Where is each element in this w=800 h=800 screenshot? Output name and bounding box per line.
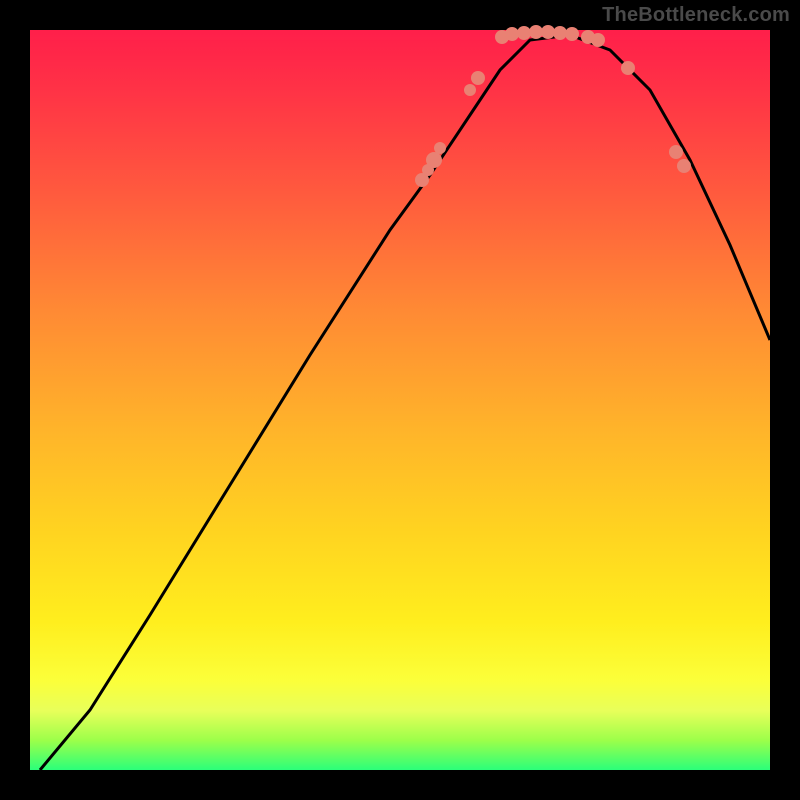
scatter-dot: [426, 152, 442, 168]
scatter-dot: [621, 61, 635, 75]
scatter-dot: [517, 26, 531, 40]
watermark-text: TheBottleneck.com: [602, 4, 790, 27]
scatter-dot: [541, 25, 555, 39]
chart-frame: TheBottleneck.com: [0, 0, 800, 800]
bottleneck-curve: [40, 35, 770, 770]
scatter-dot: [529, 25, 543, 39]
scatter-dot: [591, 33, 605, 47]
dot-group: [415, 25, 691, 187]
scatter-dot: [677, 159, 691, 173]
scatter-dot: [565, 27, 579, 41]
curve-svg: [30, 30, 770, 770]
scatter-dot: [505, 27, 519, 41]
scatter-dot: [434, 142, 446, 154]
scatter-dot: [464, 84, 476, 96]
scatter-dot: [553, 26, 567, 40]
plot-area: [30, 30, 770, 770]
scatter-dot: [669, 145, 683, 159]
scatter-dot: [471, 71, 485, 85]
